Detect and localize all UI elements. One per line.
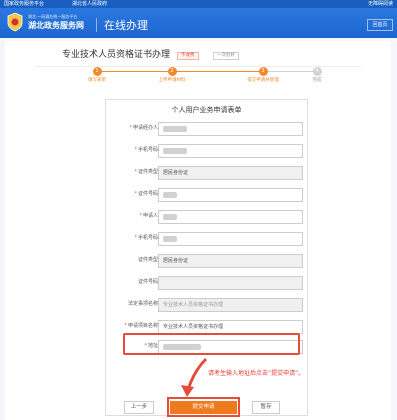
form-row-agent-phone: *手机号码 [106, 144, 309, 159]
page-title: 专业技术人员资格证书办理 [62, 50, 171, 60]
fee-badge: 不收费 [177, 52, 199, 60]
agent-id-type-select[interactable]: 居民身份证 [158, 166, 303, 180]
agent-id-number-input[interactable] [158, 188, 303, 202]
site-header: 湖北·一网通办统一服务平台 湖北政务服务网 在线办理 回首页 [0, 8, 397, 38]
form-row-applicant-phone: *手机号码 [106, 232, 309, 247]
step-label: 上传申请材料 [158, 78, 186, 83]
brand-subtitle: 湖北·一网通办统一服务平台 [28, 14, 78, 19]
page: 国家政务服务平台 湖北省人民政府 无障碍阅读 湖北·一网通办统一服务平台 湖北政… [0, 0, 397, 420]
form-row-legal-item: 法定事项名称 专业技术人员资格证书办理 [106, 298, 309, 313]
form-row-applicant-idno: 证件号码 [106, 276, 309, 291]
redacted-value [163, 235, 177, 242]
step-number: 3 [258, 67, 268, 76]
form-row-agent: *申请经办人 [106, 122, 309, 137]
province-gov-link[interactable]: 湖北省人民政府 [72, 0, 107, 8]
step-number: 2 [167, 67, 177, 76]
form-row-agent-idno: *证件号码 [106, 188, 309, 203]
field-label: *手机号码 [134, 235, 158, 241]
field-label: *申请经办人 [129, 125, 158, 131]
applicant-phone-input[interactable] [158, 232, 303, 246]
form-row-applicant-idtype: 证件类型 居民身份证 [106, 254, 309, 269]
applicant-name-input[interactable] [158, 210, 303, 224]
field-label: *手机号码 [134, 147, 158, 153]
field-label: 法定事项名称 [127, 301, 158, 307]
project-name-input[interactable]: 专业技术人员资格证书办理 [158, 320, 303, 334]
agent-phone-input[interactable] [158, 144, 303, 158]
redacted-value [163, 147, 187, 154]
submit-button[interactable]: 提交申请 [170, 401, 237, 414]
agent-name-input[interactable] [158, 122, 303, 136]
step-2: 2 上传申请材料 [142, 67, 202, 84]
form-row-applicant: *申请人 [106, 210, 309, 225]
prev-step-button[interactable]: 上一步 [124, 401, 154, 414]
step-number: 1 [92, 67, 102, 76]
step-label: 填写表单 [88, 78, 106, 83]
redacted-value [163, 125, 187, 132]
home-button[interactable]: 回首页 [367, 19, 393, 31]
step-1: 1 填写表单 [67, 67, 127, 84]
emblem-logo-icon [7, 12, 23, 32]
step-label: 完成 [312, 78, 322, 83]
accessibility-link[interactable]: 无障碍阅读 [368, 0, 393, 8]
field-label: *证件类型 [134, 169, 158, 175]
redacted-value [163, 213, 177, 220]
field-label: *证件号码 [134, 191, 158, 197]
top-bar: 国家政务服务平台 湖北省人民政府 无障碍阅读 [0, 0, 397, 8]
step-4: 4 完成 [287, 67, 347, 84]
save-draft-button[interactable]: 暂存 [252, 401, 280, 414]
applicant-id-number-field [158, 276, 303, 290]
legal-item-name-field: 专业技术人员资格证书办理 [158, 298, 303, 312]
field-label: 证件号码 [137, 279, 158, 285]
national-platform-link[interactable]: 国家政务服务平台 [4, 0, 44, 8]
form-title: 个人用户业务申请表单 [171, 106, 242, 114]
step-3: 3 提交申请并受理 [233, 67, 293, 84]
field-label: *申请项目名称 [124, 323, 158, 329]
red-arrow-icon [181, 357, 208, 397]
instruction-note: 请考生输入地址后点击“提交申请”。 [208, 370, 305, 377]
redacted-value [163, 191, 177, 198]
form-row-agent-idtype: *证件类型 居民身份证 [106, 166, 309, 181]
step-number: 4 [312, 67, 322, 76]
field-label: 证件类型 [137, 257, 158, 263]
field-label: *申请人 [139, 213, 158, 219]
step-label: 提交申请并受理 [247, 78, 279, 83]
header-divider [96, 18, 97, 32]
visit-badge: 一次办好 [213, 52, 239, 60]
applicant-id-type-field: 居民身份证 [158, 254, 303, 268]
section-title: 在线办理 [104, 19, 148, 32]
brand-name[interactable]: 湖北政务服务网 [28, 21, 84, 31]
address-highlight-box [123, 333, 300, 355]
